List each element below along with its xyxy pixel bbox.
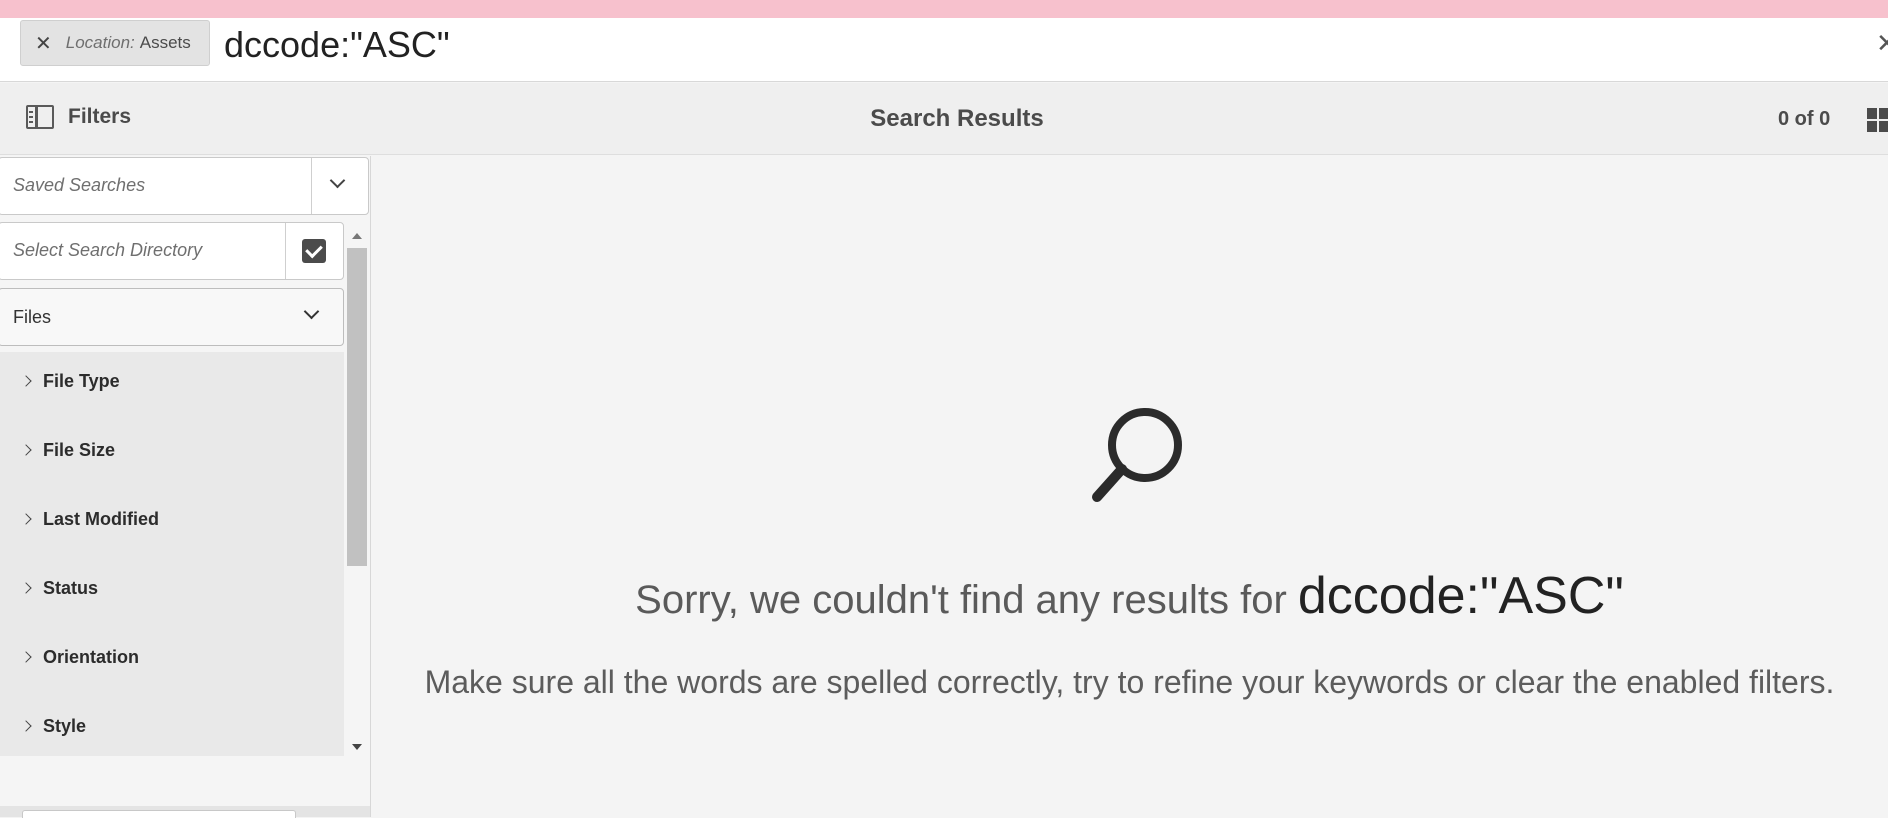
facet-scrollbar[interactable]: [345, 226, 369, 758]
no-results-prefix: Sorry, we couldn't find any results for: [635, 578, 1298, 622]
facet-label: File Size: [43, 439, 116, 460]
facet-orientation[interactable]: Orientation: [0, 632, 344, 682]
scope-select[interactable]: Files: [0, 288, 344, 346]
chevron-down-icon[interactable]: [329, 172, 346, 189]
chevron-down-icon[interactable]: [303, 303, 320, 320]
scrollbar-thumb[interactable]: [347, 248, 367, 566]
no-results-message: Sorry, we couldn't find any results for …: [371, 566, 1888, 626]
facet-label: File Type: [43, 370, 120, 391]
search-icon: [1092, 408, 1182, 502]
facet-label: Last Modified: [43, 508, 159, 529]
results-toolbar: Filters Search Results 0 of 0: [0, 83, 1888, 155]
facet-list: File Type File Size Last Modified Status…: [0, 352, 344, 756]
facet-label: Status: [43, 577, 99, 598]
saved-searches-select[interactable]: Saved Searches: [0, 157, 369, 215]
saved-searches-placeholder: Saved Searches: [13, 175, 146, 195]
page-title: Search Results: [870, 105, 1044, 132]
divider: [311, 158, 312, 214]
panel-footer: [0, 806, 370, 818]
facet-label: Style: [43, 715, 87, 736]
grid-cell-icon: [1879, 121, 1888, 132]
facet-label: Orientation: [43, 646, 140, 667]
chevron-right-icon: [20, 444, 32, 456]
facet-style[interactable]: Style: [0, 701, 344, 751]
search-bar: ✕ Location: Assets dccode:"ASC" ✕: [0, 18, 1888, 82]
facet-file-type[interactable]: File Type: [0, 356, 344, 406]
chevron-right-icon: [20, 651, 32, 663]
chevron-right-icon: [20, 720, 32, 732]
grid-view-icon[interactable]: [1867, 108, 1888, 132]
results-count: 0 of 0: [1778, 108, 1831, 130]
scroll-down-icon[interactable]: [352, 744, 362, 750]
scope-selected-value: Files: [13, 307, 52, 327]
location-key: Location:: [65, 33, 135, 52]
search-input[interactable]: dccode:"ASC": [224, 24, 450, 66]
location-value: Assets: [139, 33, 191, 52]
no-results-hint: Make sure all the words are spelled corr…: [424, 664, 1835, 700]
facet-last-modified[interactable]: Last Modified: [0, 494, 344, 544]
grid-cell-icon: [1879, 108, 1888, 119]
grid-cell-icon: [1867, 108, 1877, 119]
directory-placeholder: Select Search Directory: [13, 240, 203, 260]
chevron-right-icon: [20, 375, 32, 387]
scroll-up-icon[interactable]: [352, 233, 362, 239]
no-results-query: dccode:"ASC": [1297, 567, 1624, 625]
grid-cell-icon: [1867, 121, 1877, 132]
divider: [285, 223, 286, 279]
search-directory-picker[interactable]: Select Search Directory: [0, 222, 344, 280]
location-tag[interactable]: ✕ Location: Assets: [20, 20, 210, 66]
checkbox-icon[interactable]: [302, 239, 326, 263]
filters-panel: Saved Searches Select Search Directory F…: [0, 156, 371, 818]
facet-status[interactable]: Status: [0, 563, 344, 613]
clear-search-icon[interactable]: ✕: [1876, 28, 1888, 59]
top-accent-strip: [0, 0, 1888, 18]
chevron-right-icon: [20, 513, 32, 525]
close-icon[interactable]: ✕: [35, 31, 52, 56]
chevron-right-icon: [20, 582, 32, 594]
facet-file-size[interactable]: File Size: [0, 425, 344, 475]
